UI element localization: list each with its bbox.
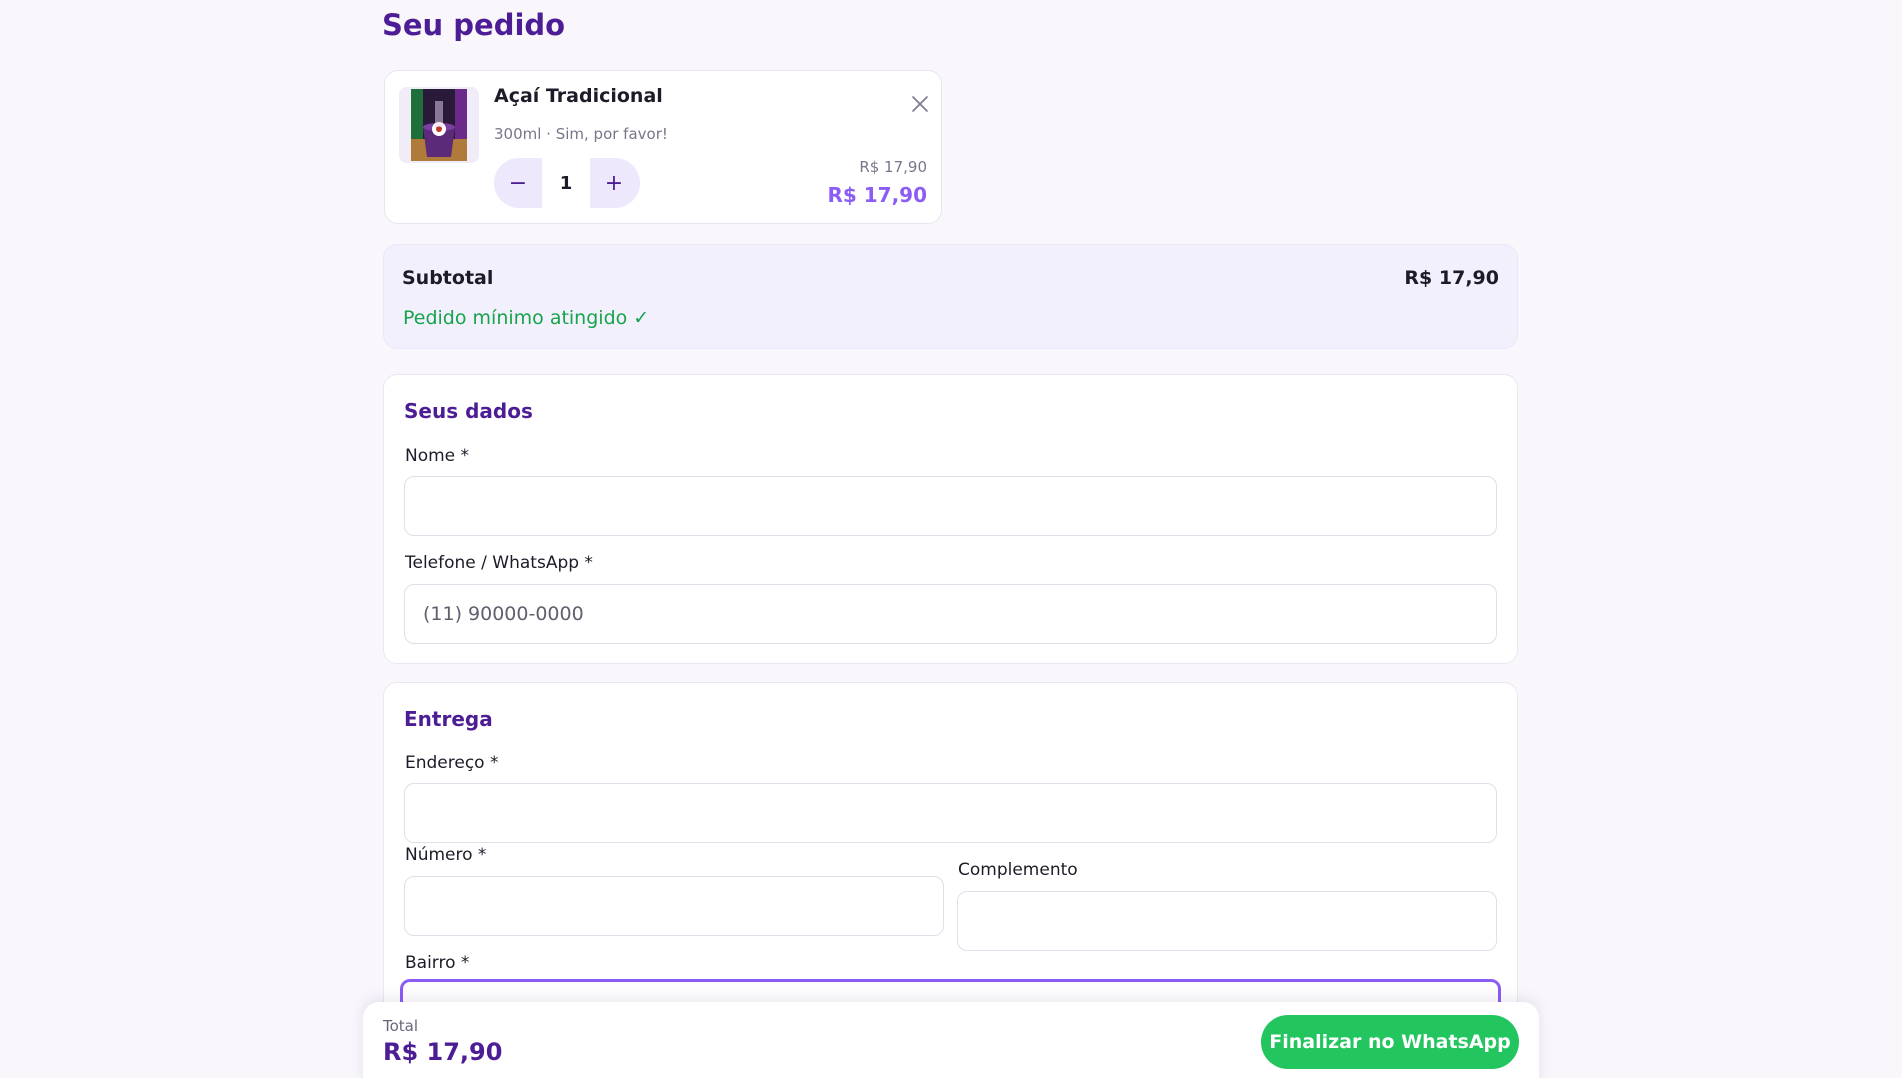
section-title-delivery: Entrega	[404, 707, 493, 731]
section-title-customer: Seus dados	[404, 399, 533, 423]
name-input[interactable]	[404, 476, 1497, 536]
subtotal-label: Subtotal	[402, 267, 494, 289]
checkout-bar: Total R$ 17,90 Finalizar no WhatsApp	[363, 1002, 1539, 1078]
increment-button[interactable]: +	[590, 158, 638, 208]
item-details: 300ml · Sim, por favor!	[494, 125, 668, 143]
subtotal-box: Subtotal R$ 17,90 Pedido mínimo atingido…	[383, 244, 1518, 349]
quantity-value: 1	[542, 158, 590, 208]
item-name: Açaí Tradicional	[494, 85, 663, 107]
name-label: Nome *	[405, 446, 470, 466]
complement-label: Complemento	[958, 860, 1078, 880]
subtotal-value: R$ 17,90	[1404, 267, 1499, 289]
finish-whatsapp-button[interactable]: Finalizar no WhatsApp	[1261, 1015, 1519, 1069]
complement-input[interactable]	[957, 891, 1497, 951]
line-total: R$ 17,90	[827, 183, 927, 207]
address-input[interactable]	[404, 783, 1497, 843]
total-label: Total	[383, 1017, 419, 1035]
page-title: Seu pedido	[382, 8, 566, 42]
page: Seu pedido Açaí Tradicional 300ml · Sim,…	[0, 0, 1902, 1078]
phone-input[interactable]	[404, 584, 1497, 644]
decrement-button[interactable]: −	[494, 158, 542, 208]
close-icon	[912, 96, 928, 112]
phone-label: Telefone / WhatsApp *	[405, 553, 593, 573]
remove-item-button[interactable]	[907, 91, 933, 117]
cart-item: Açaí Tradicional 300ml · Sim, por favor!…	[384, 70, 942, 224]
number-input[interactable]	[404, 876, 944, 936]
min-order-status: Pedido mínimo atingido ✓	[403, 307, 650, 329]
address-label: Endereço *	[405, 753, 499, 773]
unit-price: R$ 17,90	[859, 158, 927, 176]
total-value: R$ 17,90	[383, 1038, 503, 1066]
customer-section: Seus dados Nome * Telefone / WhatsApp *	[383, 374, 1518, 664]
product-image	[399, 87, 479, 163]
scrollbar[interactable]	[1888, 0, 1902, 1078]
quantity-stepper: − 1 +	[494, 158, 640, 208]
neighborhood-label: Bairro *	[405, 953, 470, 973]
number-label: Número *	[405, 845, 487, 865]
